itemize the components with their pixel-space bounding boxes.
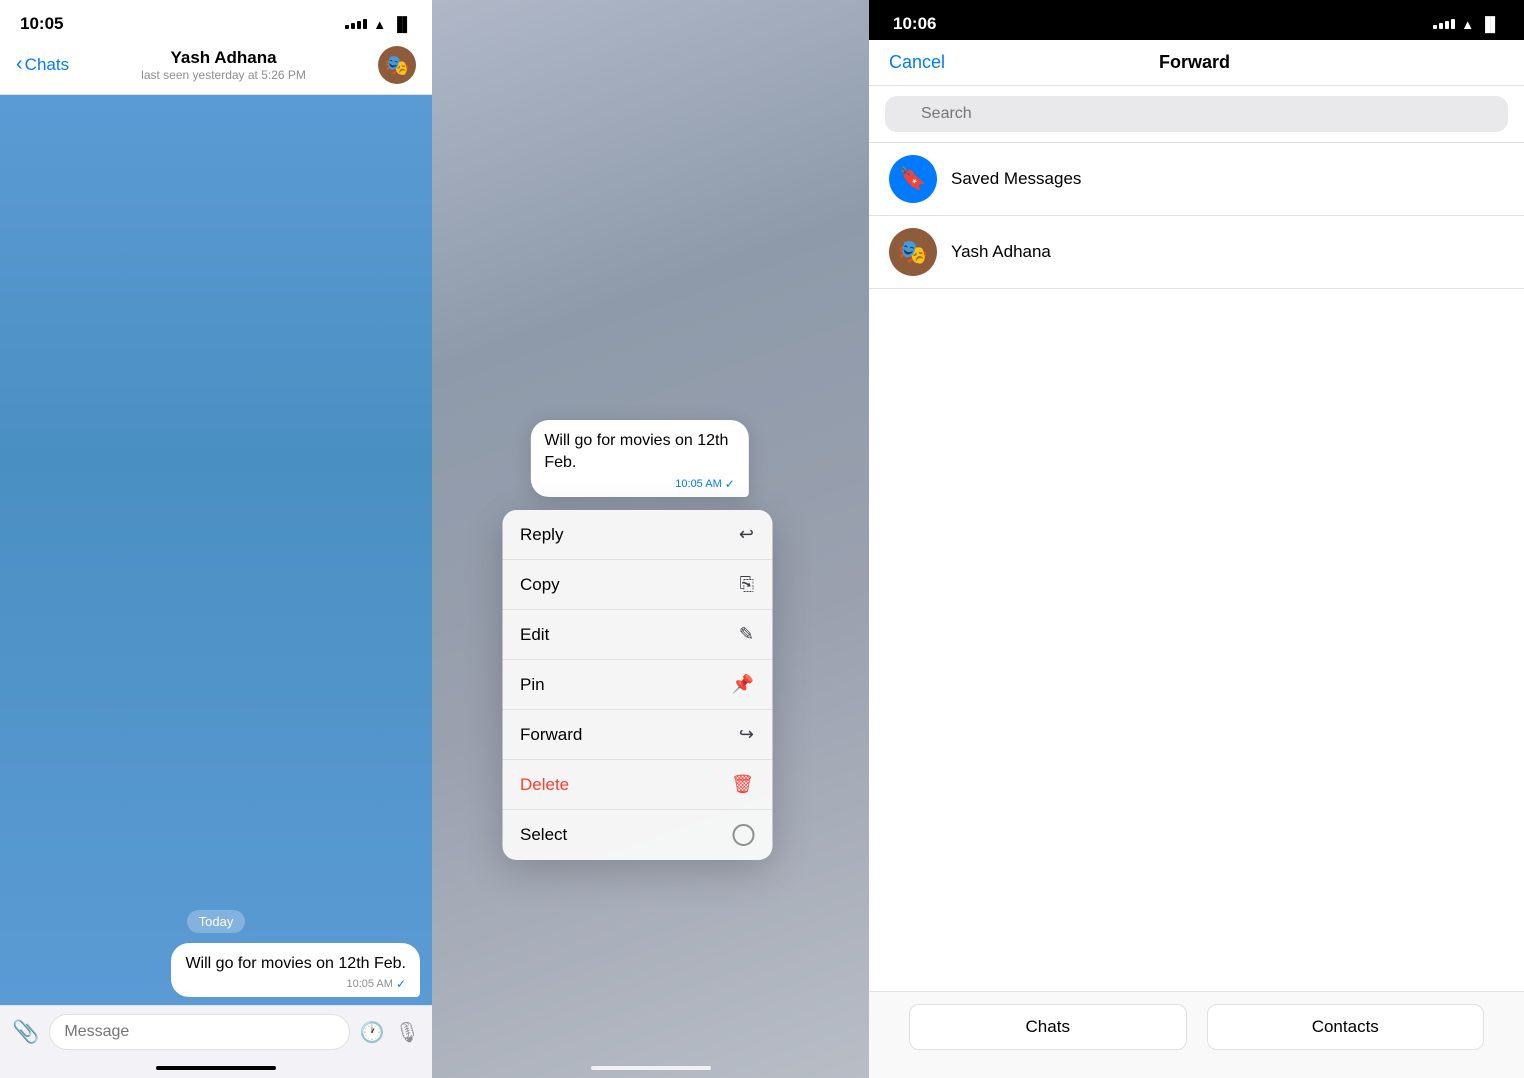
select-icon bbox=[732, 824, 754, 846]
contacts-tab[interactable]: Contacts bbox=[1207, 1004, 1485, 1050]
message-bubble[interactable]: Will go for movies on 12th Feb. 10:05 AM… bbox=[171, 943, 420, 997]
status-bar: 10:05 ▲ ▐▌ bbox=[0, 0, 432, 40]
copy-icon: ⎘ bbox=[740, 574, 754, 595]
contact-name: Yash Adhana bbox=[170, 48, 276, 68]
bookmark-icon: 🔖 bbox=[899, 166, 926, 192]
forward-screen: 10:06 ▲ ▐▌ Cancel Forward 🔍 🔖 bbox=[869, 0, 1524, 1078]
message-meta: 10:05 AM ✓ bbox=[185, 977, 406, 991]
context-menu-select[interactable]: Select bbox=[502, 810, 772, 860]
context-menu-reply[interactable]: Reply ↩ bbox=[502, 510, 772, 560]
message-input[interactable] bbox=[49, 1014, 349, 1050]
pin-label: Pin bbox=[520, 675, 545, 695]
yash-avatar-emoji: 🎭 bbox=[898, 238, 928, 267]
sticker-icon[interactable]: 🕐 bbox=[360, 1020, 385, 1045]
check-icon: ✓ bbox=[396, 977, 406, 991]
battery-icon: ▐▌ bbox=[392, 16, 412, 32]
input-icons: 🕐 🎙 bbox=[360, 1020, 420, 1045]
cancel-button[interactable]: Cancel bbox=[889, 52, 945, 73]
contact-status: last seen yesterday at 5:26 PM bbox=[141, 68, 306, 82]
date-badge: Today bbox=[187, 910, 246, 933]
wifi-icon: ▲ bbox=[373, 17, 386, 32]
back-button[interactable]: ‹ Chats bbox=[16, 54, 69, 76]
contact-list: 🔖 Saved Messages 🎭 Yash Adhana bbox=[869, 143, 1524, 991]
chat-info: Yash Adhana last seen yesterday at 5:26 … bbox=[141, 48, 306, 82]
chevron-left-icon: ‹ bbox=[16, 53, 23, 76]
avatar-emoji: 🎭 bbox=[385, 53, 410, 78]
saved-messages-avatar: 🔖 bbox=[889, 155, 937, 203]
context-menu-screen: Will go for movies on 12th Feb. 10:05 AM… bbox=[432, 0, 869, 1078]
chats-tab[interactable]: Chats bbox=[909, 1004, 1187, 1050]
voice-icon[interactable]: 🎙 bbox=[395, 1020, 420, 1045]
back-label[interactable]: Chats bbox=[25, 55, 69, 75]
delete-icon: 🗑 bbox=[731, 774, 754, 795]
battery-icon-3: ▐▌ bbox=[1480, 16, 1500, 32]
avatar[interactable]: 🎭 bbox=[378, 46, 416, 84]
context-menu: Reply ↩ Copy ⎘ Edit ✎ Pin 📌 Forward ↪ De… bbox=[502, 510, 772, 860]
search-bar: 🔍 bbox=[869, 86, 1524, 143]
chat-nav-bar: ‹ Chats Yash Adhana last seen yesterday … bbox=[0, 40, 432, 95]
context-menu-forward[interactable]: Forward ↪ bbox=[502, 710, 772, 760]
attach-button[interactable]: 📎 bbox=[12, 1019, 39, 1045]
forward-icon: ↪ bbox=[739, 724, 754, 745]
message-time-preview: 10:05 AM bbox=[675, 478, 721, 490]
message-text-preview: Will go for movies on 12th Feb. bbox=[544, 432, 728, 471]
copy-label: Copy bbox=[520, 575, 560, 595]
saved-messages-name: Saved Messages bbox=[951, 169, 1081, 189]
contact-item-yash[interactable]: 🎭 Yash Adhana bbox=[869, 216, 1524, 289]
wifi-icon-3: ▲ bbox=[1461, 17, 1474, 32]
message-bubble-preview: Will go for movies on 12th Feb. 10:05 AM… bbox=[530, 420, 749, 497]
forward-label: Forward bbox=[520, 725, 582, 745]
delete-label: Delete bbox=[520, 775, 569, 795]
context-menu-pin[interactable]: Pin 📌 bbox=[502, 660, 772, 710]
forward-title: Forward bbox=[1159, 52, 1230, 73]
signal-icon-3 bbox=[1433, 19, 1455, 29]
select-label: Select bbox=[520, 825, 567, 845]
status-time: 10:05 bbox=[20, 14, 63, 34]
contact-item-saved[interactable]: 🔖 Saved Messages bbox=[869, 143, 1524, 216]
check-icon-preview: ✓ bbox=[725, 477, 735, 491]
status-bar-3: 10:06 ▲ ▐▌ bbox=[869, 0, 1524, 40]
bottom-tabs: Chats Contacts bbox=[869, 991, 1524, 1078]
edit-icon: ✎ bbox=[739, 624, 754, 645]
forward-nav-bar: Cancel Forward bbox=[869, 40, 1524, 86]
search-wrapper: 🔍 bbox=[885, 96, 1508, 132]
home-indicator bbox=[156, 1066, 276, 1070]
message-text: Will go for movies on 12th Feb. bbox=[185, 955, 406, 972]
yash-avatar: 🎭 bbox=[889, 228, 937, 276]
status-icons: ▲ ▐▌ bbox=[345, 16, 412, 32]
context-menu-copy[interactable]: Copy ⎘ bbox=[502, 560, 772, 610]
reply-label: Reply bbox=[520, 525, 563, 545]
chat-background: Today Will go for movies on 12th Feb. 10… bbox=[0, 95, 432, 1005]
yash-name: Yash Adhana bbox=[951, 242, 1051, 262]
message-time: 10:05 AM bbox=[346, 978, 392, 990]
context-menu-delete[interactable]: Delete 🗑 bbox=[502, 760, 772, 810]
chat-screen: 10:05 ▲ ▐▌ ‹ Chats Yash Adhana last seen… bbox=[0, 0, 432, 1078]
signal-icon bbox=[345, 19, 367, 29]
pin-icon: 📌 bbox=[732, 674, 754, 695]
reply-icon: ↩ bbox=[739, 524, 754, 545]
edit-label: Edit bbox=[520, 625, 549, 645]
home-indicator-2 bbox=[591, 1066, 711, 1070]
context-menu-edit[interactable]: Edit ✎ bbox=[502, 610, 772, 660]
search-input[interactable] bbox=[885, 96, 1508, 132]
status-icons-3: ▲ ▐▌ bbox=[1433, 16, 1500, 32]
status-time-3: 10:06 bbox=[893, 14, 936, 34]
message-meta-preview: 10:05 AM ✓ bbox=[544, 477, 735, 491]
